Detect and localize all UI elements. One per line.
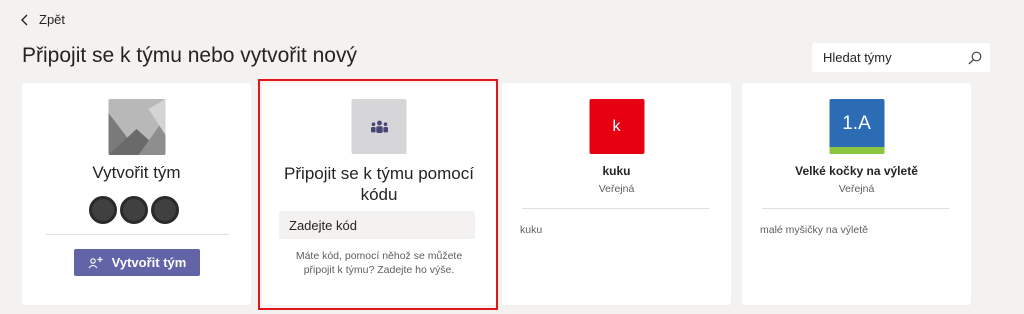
create-team-button-label: Vytvořit tým (111, 255, 187, 270)
back-link[interactable]: Zpět (20, 12, 65, 27)
team-tile-text: k (612, 117, 621, 135)
avatar (89, 196, 117, 224)
team-visibility: Veřejná (838, 183, 875, 195)
team-card-kuku[interactable]: k kuku Veřejná kuku (502, 83, 731, 305)
team-name: Velké kočky na výletě (795, 164, 918, 178)
avatar (120, 196, 148, 224)
avatar-group (89, 196, 179, 224)
team-description: kuku (520, 224, 543, 236)
tile-stripe (829, 147, 884, 154)
team-avatar-tile: 1.A (829, 99, 884, 154)
join-help-text: Máte kód, pomocí něhož se můžete připoji… (295, 250, 463, 276)
team-card-velke-kocky[interactable]: 1.A Velké kočky na výletě Veřejná malé m… (742, 83, 971, 305)
divider (762, 208, 949, 209)
divider (46, 234, 229, 235)
team-visibility: Veřejná (598, 183, 635, 195)
create-team-title: Vytvořit tým (92, 163, 181, 182)
search-box[interactable] (812, 43, 990, 72)
team-tile-text: 1.A (842, 112, 871, 134)
divider (522, 208, 709, 209)
team-placeholder-image (108, 99, 165, 155)
search-icon[interactable] (968, 51, 982, 65)
team-name: kuku (602, 164, 631, 178)
team-code-input[interactable] (279, 211, 475, 239)
teams-people-icon (370, 120, 388, 133)
create-team-icon (88, 256, 103, 268)
join-with-code-card: Připojit se k týmu pomocí kódu Máte kód,… (262, 83, 496, 305)
join-team-tile (351, 99, 407, 154)
page-title: Připojit se k týmu nebo vytvořit nový (22, 44, 357, 67)
avatar (151, 196, 179, 224)
search-input[interactable] (823, 50, 968, 65)
back-label: Zpět (39, 12, 66, 27)
join-team-title: Připojit se k týmu pomocí kódu (284, 164, 474, 204)
create-team-button[interactable]: Vytvořit tým (74, 249, 200, 276)
chevron-left-icon (21, 14, 28, 25)
team-avatar-tile: k (589, 99, 644, 154)
team-description: malé myšičky na výletě (760, 224, 868, 236)
create-team-card: Vytvořit tým Vytvořit tým (22, 83, 251, 305)
